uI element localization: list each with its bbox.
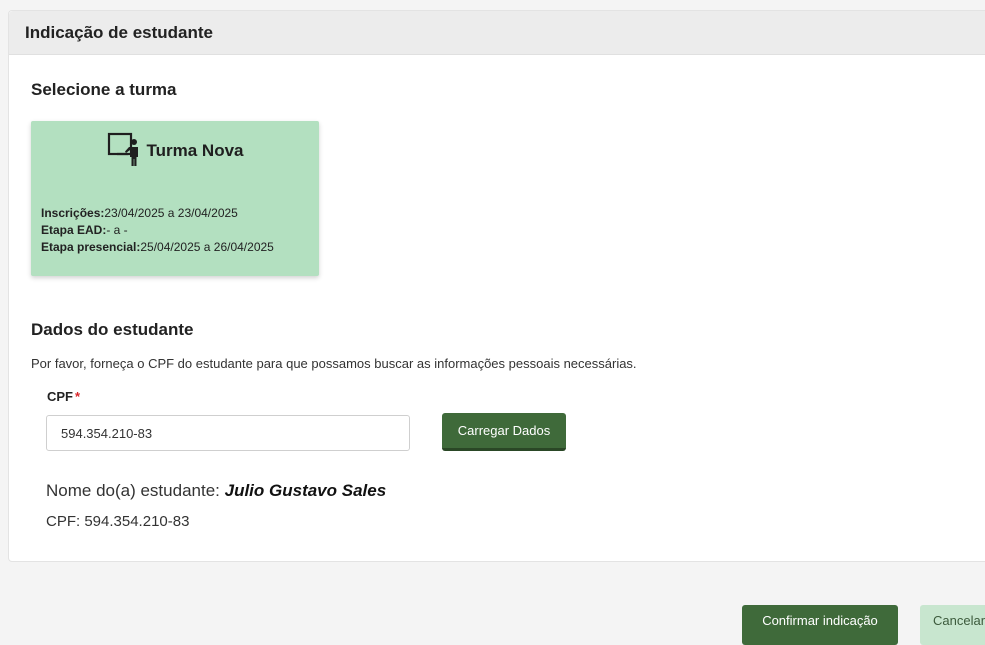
student-name-value: Julio Gustavo Sales bbox=[224, 481, 387, 500]
teacher-board-icon bbox=[107, 131, 143, 167]
ead-value: - a - bbox=[106, 223, 128, 237]
ead-line: Etapa EAD:- a - bbox=[41, 222, 274, 239]
load-data-button[interactable]: Carregar Dados bbox=[442, 413, 566, 451]
presencial-value: 25/04/2025 a 26/04/2025 bbox=[140, 240, 274, 254]
panel-header: Indicação de estudante bbox=[9, 11, 985, 55]
select-turma-title: Selecione a turma bbox=[31, 80, 177, 99]
student-name-label: Nome do(a) estudante: bbox=[46, 481, 225, 500]
inscricoes-line: Inscrições:23/04/2025 a 23/04/2025 bbox=[41, 205, 274, 222]
inscricoes-label: Inscrições: bbox=[41, 206, 105, 220]
student-data-title: Dados do estudante bbox=[31, 320, 194, 339]
student-description: Por favor, forneça o CPF do estudante pa… bbox=[31, 356, 637, 371]
cancel-button[interactable]: Cancelar bbox=[920, 605, 985, 645]
required-marker: * bbox=[75, 389, 81, 404]
turma-card[interactable]: Turma Nova Inscrições:23/04/2025 a 23/04… bbox=[31, 121, 319, 276]
cpf-input[interactable] bbox=[46, 415, 410, 451]
turma-card-header: Turma Nova bbox=[31, 131, 319, 167]
presencial-line: Etapa presencial:25/04/2025 a 26/04/2025 bbox=[41, 239, 274, 256]
student-cpf-line: CPF: 594.354.210-83 bbox=[46, 513, 190, 530]
indication-panel: Indicação de estudante Selecione a turma… bbox=[8, 10, 985, 562]
inscricoes-value: 23/04/2025 a 23/04/2025 bbox=[104, 206, 238, 220]
page-title: Indicação de estudante bbox=[25, 22, 213, 42]
turma-card-details: Inscrições:23/04/2025 a 23/04/2025 Etapa… bbox=[41, 205, 274, 256]
confirm-indication-button[interactable]: Confirmar indicação bbox=[742, 605, 898, 645]
student-name-line: Nome do(a) estudante: Julio Gustavo Sale… bbox=[46, 481, 386, 501]
presencial-label: Etapa presencial: bbox=[41, 240, 141, 254]
turma-card-title: Turma Nova bbox=[146, 141, 244, 160]
cpf-label-text: CPF bbox=[47, 389, 73, 404]
ead-label: Etapa EAD: bbox=[41, 223, 107, 237]
cpf-label: CPF * bbox=[47, 389, 80, 404]
